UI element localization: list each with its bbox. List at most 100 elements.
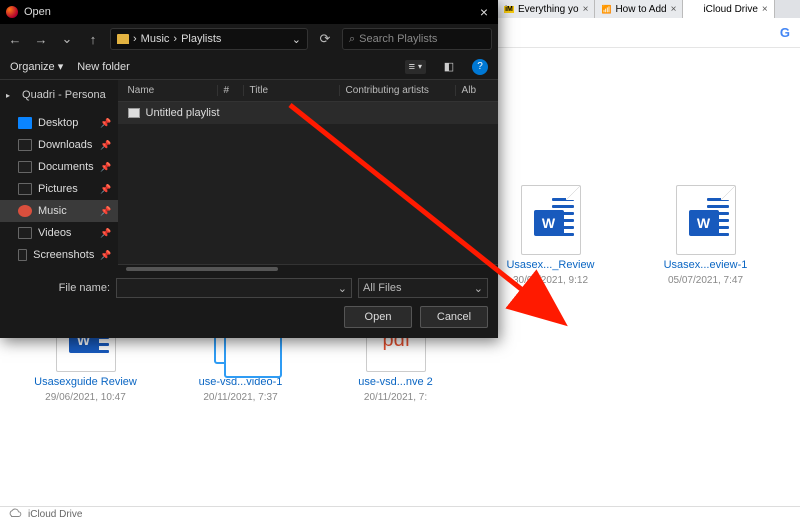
dialog-sidebar: ▸ Quadri - Persona Desktop📌 Downloads 📌 Doc… [0,80,118,272]
nav-forward-button[interactable]: → [32,32,50,47]
column-title[interactable]: Title [250,85,340,96]
dialog-footer: File name: ⌄ All Files⌄ Open Cancel [0,272,498,338]
file-open-dialog: Open × ← → ⌄ ↑ › Music › Playlists ⌄ ⟳ ⌕… [0,0,498,338]
tab-close-icon[interactable]: × [671,4,677,15]
column-artists[interactable]: Contributing artists [346,85,456,96]
file-filter-select[interactable]: All Files⌄ [358,278,488,298]
ss-icon [18,249,27,261]
dialog-nav: ← → ⌄ ↑ › Music › Playlists ⌄ ⟳ ⌕ Search… [0,24,498,54]
dialog-titlebar: Open × [0,0,498,24]
apple-favicon [689,4,699,14]
browser-tab[interactable]: iCloud Drive × [683,0,774,18]
sidebar-item-pictures[interactable]: Pictures 📌 [0,178,118,200]
tab-close-icon[interactable]: × [762,4,768,15]
filename-label: File name: [10,282,110,294]
cancel-button[interactable]: Cancel [420,306,488,328]
breadcrumb-sep: › [173,33,177,45]
sidebar-group[interactable]: ▸ Quadri - Persona [0,84,118,106]
browser-chrome: G [498,18,800,48]
pin-icon: 📌 [100,206,111,217]
file-list-pane: Name # Title Contributing artists Alb Un… [118,80,498,272]
help-button[interactable]: ? [472,59,488,75]
pin-icon: 📌 [100,184,111,195]
breadcrumb-sep: › [133,33,137,45]
browser-tabs: iMEverything yo×📶How to Add×iCloud Drive… [498,0,800,18]
pin-icon: 📌 [100,140,111,151]
file-name: Usasex..._Review [506,259,594,273]
nav-back-button[interactable]: ← [6,32,24,47]
column-album[interactable]: Alb [462,85,482,96]
tab-label: iCloud Drive [703,4,757,15]
tab-close-icon[interactable]: × [583,4,589,15]
dialog-title: Open [24,6,476,18]
horizontal-scrollbar[interactable] [118,264,498,272]
sidebar-item-desktop[interactable]: Desktop📌 [0,112,118,134]
tab-label: How to Add [615,4,666,15]
browser-tab[interactable]: iM Everything yo × [498,0,595,18]
file-date: 29/06/2021, 10:47 [45,392,126,403]
search-icon: ⌕ [349,33,355,46]
app-icon [6,6,18,18]
wifi-favicon: 📶 [601,4,611,14]
word-document-icon: W [666,185,746,255]
playlist-row[interactable]: Untitled playlist [118,102,498,124]
google-logo[interactable]: G [780,25,790,40]
sidebar-item-downloads[interactable]: Downloads 📌 [0,134,118,156]
search-input[interactable]: ⌕ Search Playlists [342,28,492,50]
iM-favicon: iM [504,4,514,14]
nav-up-button[interactable]: ↑ [84,32,102,47]
dialog-toolbar: Organize ▾ New folder ≡▾ ◧ ? [0,54,498,80]
folder-icon [117,34,129,44]
column-headers[interactable]: Name # Title Contributing artists Alb [118,80,498,102]
file-name: use-vsd...nve 2 [358,376,433,390]
pin-icon: 📌 [100,228,111,239]
sidebar-item-documents[interactable]: Documents📌 [0,156,118,178]
sidebar-item-label: Pictures [38,183,78,195]
tab-label: Everything yo [518,4,579,15]
file-date: 05/07/2021, 7:47 [668,275,743,286]
status-bar: iCloud Drive [0,506,800,522]
chevron-right-icon: ▸ [6,91,10,100]
file-filter-value: All Files [363,282,402,294]
pin-icon: 📌 [100,118,111,129]
breadcrumb[interactable]: › Music › Playlists ⌄ [110,28,308,50]
sidebar-item-label: Videos [38,227,71,239]
file-name: Usasex...eview-1 [664,259,748,273]
preview-pane-button[interactable]: ◧ [440,58,458,76]
close-icon[interactable]: × [476,4,492,20]
file-date: 30/06/2021, 9:12 [513,275,588,286]
filename-input[interactable]: ⌄ [116,278,352,298]
view-mode-button[interactable]: ≡▾ [405,60,426,74]
down-icon [18,139,32,151]
sidebar-item-label: Documents [38,161,94,173]
sidebar-item-label: Downloads [38,139,92,151]
column-name[interactable]: Name [128,85,218,96]
breadcrumb-part[interactable]: Music [141,33,170,45]
sidebar-item-screenshots[interactable]: Screenshots📌 [0,244,118,266]
word-document-icon: W [511,185,591,255]
sidebar-item-music[interactable]: Music 📌 [0,200,118,222]
file-date: 20/11/2021, 7:37 [203,392,277,403]
browser-tab[interactable]: 📶 How to Add × [595,0,683,18]
sidebar-item-videos[interactable]: Videos 📌 [0,222,118,244]
desktop-icon [18,117,32,129]
chevron-down-icon[interactable]: ⌄ [292,33,301,46]
nav-recent-dropdown[interactable]: ⌄ [58,31,76,47]
column-number[interactable]: # [224,85,244,96]
cloud-icon [8,508,22,521]
row-name: Untitled playlist [146,107,220,119]
sidebar-group-label: Quadri - Persona [22,89,106,101]
file-name: use-vsd...video-1 [199,376,283,390]
breadcrumb-part[interactable]: Playlists [181,33,221,45]
sidebar-item-label: Screenshots [33,249,94,261]
new-folder-button[interactable]: New folder [77,61,130,73]
playlist-file-icon [128,108,140,118]
sidebar-item-label: Music [38,205,67,217]
search-placeholder: Search Playlists [359,33,437,45]
pic-icon [18,183,32,195]
file-name: Usasexguide Review [34,376,137,390]
refresh-button[interactable]: ⟳ [316,31,334,47]
organize-menu[interactable]: Organize ▾ [10,60,63,73]
open-button[interactable]: Open [344,306,412,328]
file-tile[interactable]: W Usasex...eview-1 05/07/2021, 7:47 [628,179,783,296]
